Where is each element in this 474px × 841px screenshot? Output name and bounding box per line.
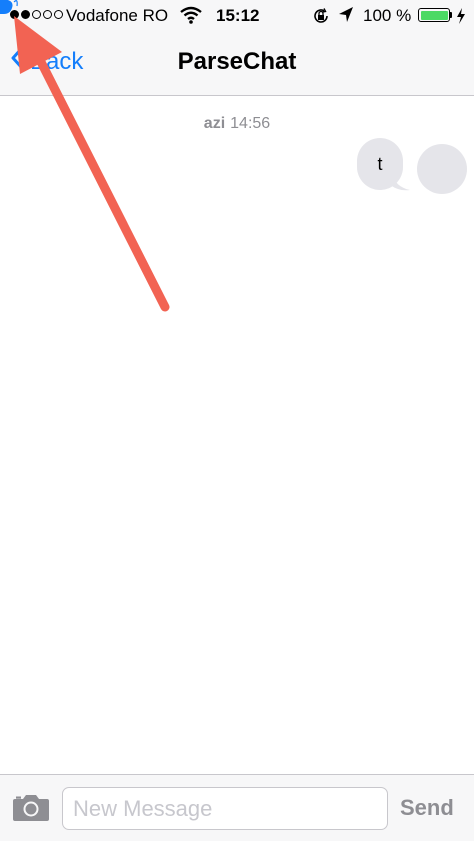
location-arrow-icon — [338, 6, 354, 29]
status-bar: Vodafone RO 15:12 100 % — [0, 0, 474, 32]
page-title: ParseChat — [177, 48, 297, 75]
charging-bolt-icon — [456, 7, 466, 30]
message-text: t — [377, 153, 383, 174]
wifi-icon — [180, 6, 202, 29]
signal-dot — [54, 10, 63, 19]
signal-dot — [32, 10, 41, 19]
navigation-bar: Back ParseChat — [0, 32, 474, 96]
message-input-toolbar: Send — [0, 774, 474, 841]
battery-level-fill — [420, 10, 448, 20]
signal-dot — [43, 10, 52, 19]
touch-indicator-icon — [0, 0, 20, 20]
battery-icon — [418, 8, 450, 22]
rotation-lock-icon — [312, 7, 330, 30]
message-header: azi 14:56 — [0, 115, 474, 133]
carrier-name: Vodafone RO — [66, 6, 169, 25]
send-button[interactable]: Send — [400, 795, 454, 821]
bubble-tail — [392, 174, 412, 197]
avatar[interactable] — [417, 144, 467, 194]
battery-percentage: 100 % — [363, 6, 412, 25]
camera-icon[interactable] — [12, 792, 50, 827]
message-timestamp: 14:56 — [230, 115, 271, 132]
battery-cap — [450, 12, 452, 18]
sender-name: azi — [203, 115, 226, 132]
message-list[interactable]: azi 14:56 t — [0, 96, 474, 774]
message-input[interactable] — [62, 787, 388, 830]
status-time: 15:12 — [216, 6, 260, 25]
signal-dot — [21, 10, 30, 19]
